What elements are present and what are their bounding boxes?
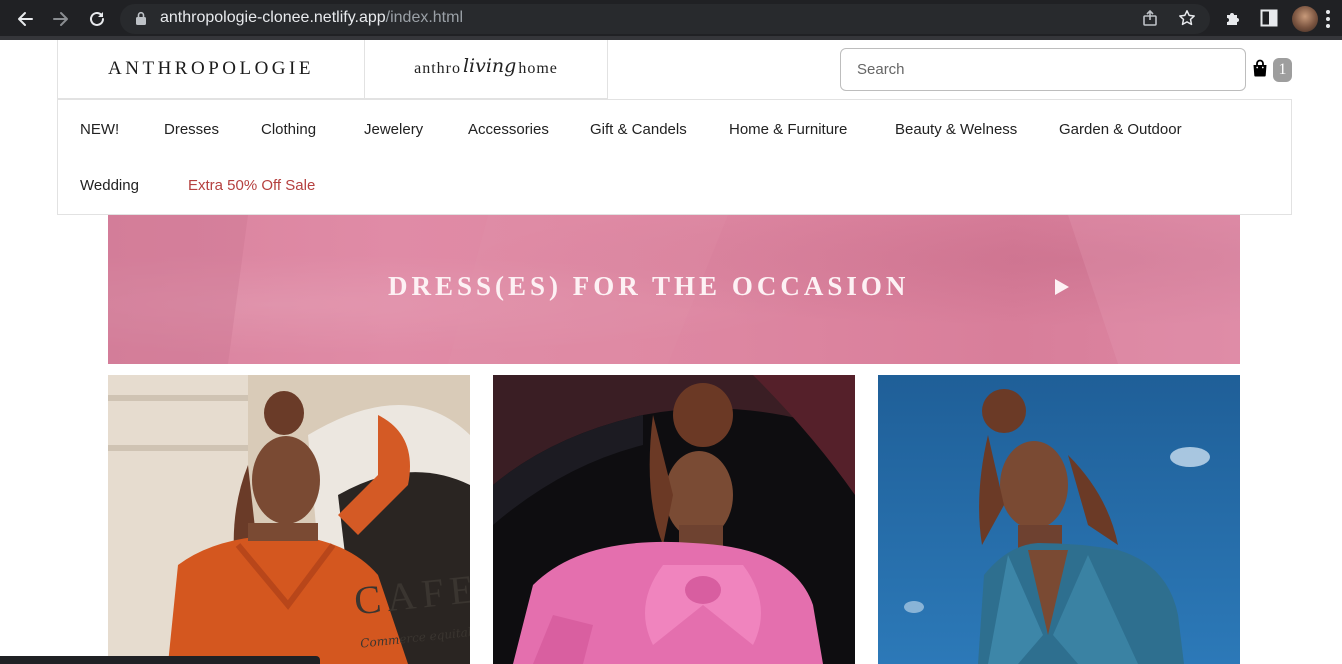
nav-item-dresses[interactable]: Dresses bbox=[164, 121, 219, 138]
product-image-orange bbox=[108, 375, 470, 664]
nav-item-home-furniture[interactable]: Home & Furniture bbox=[729, 121, 847, 138]
nav-item-beauty-welness[interactable]: Beauty & Welness bbox=[895, 121, 1017, 138]
product-tile-pink-blouse[interactable] bbox=[493, 375, 855, 664]
promo-banner[interactable]: DRESS(ES) FOR THE OCCASION bbox=[108, 215, 1240, 364]
product-image-pink bbox=[493, 375, 855, 664]
play-arrow-icon bbox=[1055, 279, 1069, 295]
lock-icon[interactable] bbox=[135, 11, 147, 31]
bookmark-star-icon[interactable] bbox=[1178, 9, 1196, 32]
nav-item-sale[interactable]: Extra 50% Off Sale bbox=[188, 177, 315, 194]
anthroliving-logo-link[interactable]: anthro living home bbox=[365, 40, 608, 99]
share-icon[interactable] bbox=[1142, 9, 1160, 32]
profile-avatar[interactable] bbox=[1292, 6, 1318, 32]
back-icon[interactable] bbox=[14, 8, 36, 30]
anthroliving-logo: anthro living home bbox=[414, 55, 558, 80]
category-nav: NEW! Dresses Clothing Jewelery Accessori… bbox=[57, 99, 1292, 215]
product-image-blazer bbox=[878, 375, 1240, 664]
cart-count-badge[interactable]: 1 bbox=[1273, 58, 1292, 82]
nav-item-clothing[interactable]: Clothing bbox=[261, 121, 316, 138]
nav-item-new[interactable]: NEW! bbox=[80, 121, 119, 138]
url-path: /index.html bbox=[385, 9, 464, 26]
site-logo-text: ANTHROPOLOGIE bbox=[108, 58, 314, 79]
anthroliving-script: living bbox=[462, 55, 517, 77]
url-host: anthropologie-clonee.netlify.app bbox=[160, 9, 386, 26]
extensions-puzzle-icon[interactable] bbox=[1224, 9, 1242, 32]
horizontal-scrollbar[interactable] bbox=[0, 656, 320, 664]
nav-item-gift-candels[interactable]: Gift & Candels bbox=[590, 121, 687, 138]
nav-item-garden-outdoor[interactable]: Garden & Outdoor bbox=[1059, 121, 1182, 138]
nav-item-wedding[interactable]: Wedding bbox=[80, 177, 139, 194]
product-tile-orange-top[interactable]: CAFE Commerce equitable bbox=[108, 375, 470, 664]
forward-icon[interactable] bbox=[50, 8, 72, 30]
anthroliving-left: anthro bbox=[414, 60, 461, 77]
nav-item-jewelery[interactable]: Jewelery bbox=[364, 121, 423, 138]
search-input[interactable] bbox=[840, 48, 1246, 91]
product-tile-velvet-blazer[interactable] bbox=[878, 375, 1240, 664]
side-panel-icon[interactable] bbox=[1260, 9, 1278, 32]
nav-item-accessories[interactable]: Accessories bbox=[468, 121, 549, 138]
shopping-bag-icon[interactable] bbox=[1252, 59, 1268, 82]
banner-headline: DRESS(ES) FOR THE OCCASION bbox=[388, 271, 910, 301]
site-logo-link[interactable]: ANTHROPOLOGIE bbox=[57, 40, 365, 99]
anthroliving-right: home bbox=[518, 60, 558, 77]
browser-menu-icon[interactable] bbox=[1326, 10, 1330, 31]
address-url[interactable]: anthropologie-clonee.netlify.app/index.h… bbox=[160, 9, 463, 27]
reload-icon[interactable] bbox=[86, 8, 108, 30]
